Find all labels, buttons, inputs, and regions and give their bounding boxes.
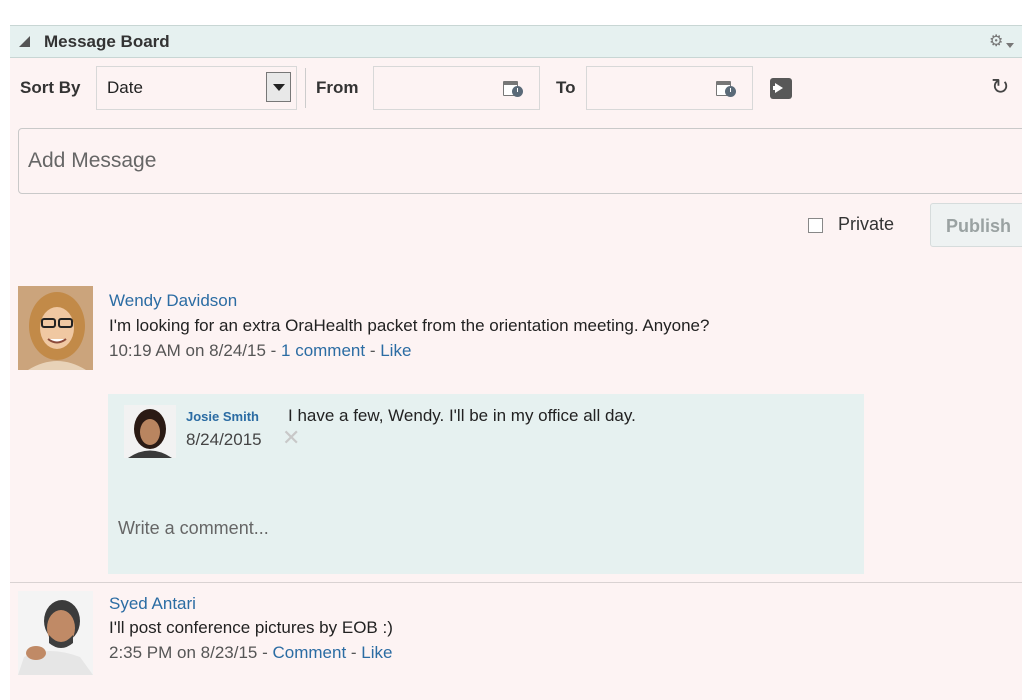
chevron-down-icon xyxy=(273,84,285,91)
post-meta: 10:19 AM on 8/24/15 - 1 comment - Like xyxy=(109,341,411,361)
go-button[interactable] xyxy=(770,78,792,99)
to-label: To xyxy=(556,78,576,97)
add-message-input[interactable] xyxy=(18,128,1022,194)
refresh-icon[interactable]: ↻ xyxy=(991,76,1009,98)
from-label: From xyxy=(316,78,359,97)
like-link[interactable]: Like xyxy=(361,643,392,662)
separator: - xyxy=(257,643,273,662)
comments-link[interactable]: Comment xyxy=(273,643,347,662)
avatar[interactable] xyxy=(18,286,93,370)
post-author[interactable]: Wendy Davidson xyxy=(109,291,237,311)
panel-title: Message Board xyxy=(44,32,170,51)
sort-dropdown-button[interactable] xyxy=(266,72,291,102)
publish-button-label: Publish xyxy=(946,216,1012,236)
post-divider xyxy=(10,582,1022,583)
post-author[interactable]: Syed Antari xyxy=(109,594,196,614)
post-text: I'll post conference pictures by EOB :) xyxy=(109,618,393,637)
comment-text: I have a few, Wendy. I'll be in my offic… xyxy=(288,406,636,425)
comment-date: 8/24/2015 xyxy=(186,430,262,449)
sort-by-label: Sort By xyxy=(20,78,81,97)
calendar-icon[interactable] xyxy=(716,78,736,97)
post-meta: 2:35 PM on 8/23/15 - Comment - Like xyxy=(109,643,392,663)
comments-link[interactable]: 1 comment xyxy=(281,341,365,360)
post-time: 2:35 PM on 8/23/15 xyxy=(109,643,258,662)
comment-author[interactable]: Josie Smith xyxy=(186,409,259,424)
private-checkbox[interactable] xyxy=(808,218,823,233)
close-icon[interactable]: ✕ xyxy=(282,427,300,449)
private-label: Private xyxy=(838,214,895,234)
toolbar-divider xyxy=(305,68,306,108)
arrow-right-icon xyxy=(775,83,783,93)
separator: - xyxy=(365,341,381,360)
calendar-icon[interactable] xyxy=(503,78,523,97)
avatar[interactable] xyxy=(18,591,93,675)
sort-by-value: Date xyxy=(107,78,143,97)
separator: - xyxy=(265,341,282,360)
avatar[interactable] xyxy=(124,405,176,458)
post-text: I'm looking for an extra OraHealth packe… xyxy=(109,316,710,335)
add-message-placeholder: Add Message xyxy=(28,149,157,172)
like-link[interactable]: Like xyxy=(380,341,411,360)
chevron-down-icon[interactable] xyxy=(1006,43,1014,48)
post-time: 10:19 AM on 8/24/15 xyxy=(109,341,266,360)
collapse-triangle-icon[interactable] xyxy=(19,36,30,47)
gear-icon[interactable]: ⚙ xyxy=(989,31,1003,51)
write-comment-input[interactable]: Write a comment... xyxy=(118,518,269,539)
separator: - xyxy=(346,643,362,662)
